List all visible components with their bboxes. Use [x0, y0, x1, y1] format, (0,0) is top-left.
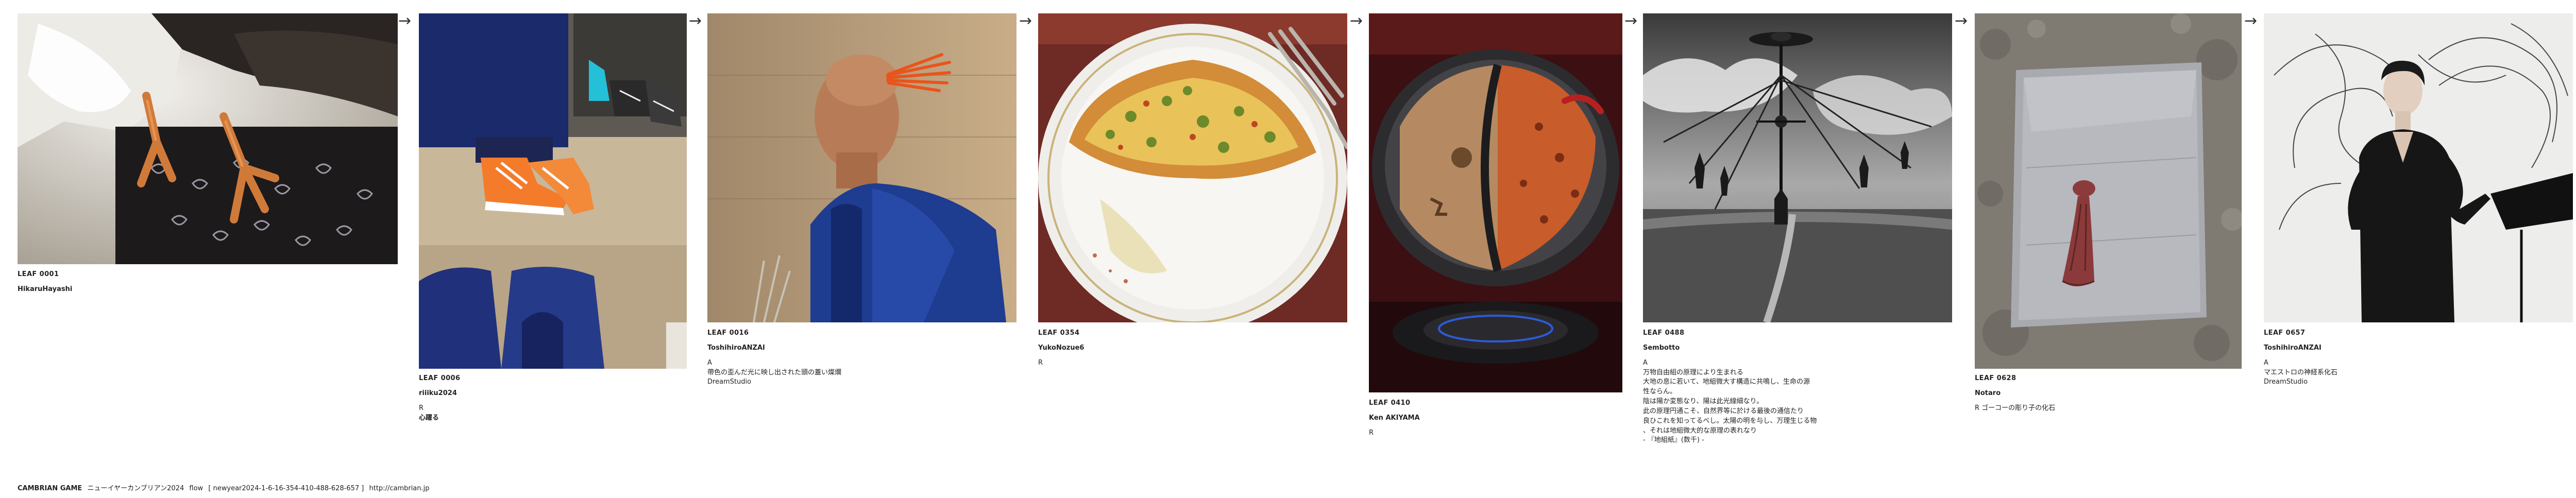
leaf-tool: DreamStudio: [2264, 378, 2308, 386]
leaf-author: ToshihiroANZAI: [707, 344, 765, 352]
leaf-id: LEAF 0006: [419, 374, 461, 382]
leaf-id: LEAF 0354: [1038, 329, 1080, 337]
leaf-title: マエストロの神経系化石: [2264, 368, 2338, 376]
footer-brand[interactable]: CAMBRIAN GAME: [18, 485, 82, 492]
arrow-right-icon: →: [1955, 12, 1968, 30]
leaf-id: LEAF 0016: [707, 329, 749, 337]
leaf-author: Sembotto: [1643, 344, 1680, 352]
leaf-type: R: [419, 404, 424, 412]
leaf-caption: LEAF 0657 ToshihiroANZAI A マエストロの神経系化石 D…: [2264, 329, 2337, 387]
arrow-right-icon: →: [1350, 12, 1363, 30]
footer-url-link[interactable]: http://cambrian.jp: [369, 485, 430, 492]
leaf-caption: LEAF 0006 riiiku2024 R 心躍る: [419, 374, 460, 423]
leaf-title: R ゴーコーの彫り子の化石: [1975, 404, 2056, 412]
leaf-author: YukoNozue6: [1038, 344, 1084, 352]
leaf-text-line: 大地の息に若いて、地組微大す構造に共鳴し、生命の源: [1643, 378, 1810, 386]
leaf-id: LEAF 0001: [18, 270, 59, 278]
leaf-caption: LEAF 0016 ToshihiroANZAI A 帶色の歪んだ光に映し出され…: [707, 329, 841, 387]
leaf-image-surreal-machine[interactable]: [1643, 13, 1952, 322]
leaf-id: LEAF 0410: [1369, 399, 1411, 407]
leaf-type: A: [707, 358, 712, 367]
leaf-text-line: 陰は陽か変態なり、陽は此光線細なり。: [1643, 398, 1764, 406]
leaf-image-maestro[interactable]: [2264, 13, 2573, 322]
footer: CAMBRIAN GAME ニューイヤーカンブリアン2024 flow [ ne…: [18, 483, 433, 492]
leaf-type: R: [1038, 358, 1043, 367]
leaf-caption: LEAF 0410 Ken AKIYAMA R: [1369, 399, 1420, 438]
leaf-image-monk[interactable]: [707, 13, 1016, 322]
leaf-author: HikaruHayashi: [18, 285, 73, 293]
leaf-text-line: - 『地組紙』(数千) -: [1643, 436, 1704, 444]
leaf-text-line: 、それは地組微大的な原理の表れなり: [1643, 426, 1757, 435]
leaf-author: ToshihiroANZAI: [2264, 344, 2321, 352]
arrow-right-icon: →: [1624, 12, 1638, 30]
arrow-right-icon: →: [689, 12, 702, 30]
footer-flow-id[interactable]: [ newyear2024-1-6-16-354-410-488-628-657…: [208, 485, 364, 492]
leaf-text-line: 良ひこれを知ってるべし。太陽の明を与し、万理生じる物: [1643, 417, 1817, 425]
leaf-image-shoes[interactable]: [419, 13, 687, 369]
leaf-caption: LEAF 0354 YukoNozue6 R: [1038, 329, 1084, 368]
leaf-text-line: 万物自由組の原理により生まれる: [1643, 368, 1743, 376]
arrow-right-icon: →: [398, 12, 412, 30]
footer-flow-label: flow: [189, 485, 204, 492]
leaf-id: LEAF 0657: [2264, 329, 2306, 337]
leaf-tool: DreamStudio: [707, 378, 752, 386]
leaf-type: R: [1369, 428, 1374, 437]
leaf-author: Ken AKIYAMA: [1369, 414, 1420, 422]
leaf-title: 帶色の歪んだ光に映し出された頭の蓋い燦爛: [707, 368, 842, 376]
arrow-right-icon: →: [2244, 12, 2258, 30]
leaf-image-pizza[interactable]: [1038, 13, 1347, 322]
leaf-type: A: [1643, 358, 1648, 367]
leaf-id: LEAF 0628: [1975, 374, 2016, 382]
leaf-image-chicken[interactable]: [18, 13, 398, 264]
arrow-right-icon: →: [1019, 12, 1032, 30]
leaf-type: A: [2264, 358, 2268, 367]
leaf-author: Notaro: [1975, 389, 2001, 397]
leaf-author: riiiku2024: [419, 389, 457, 397]
leaf-title: 心躍る: [419, 414, 439, 422]
leaf-caption: LEAF 0001 HikaruHayashi: [18, 270, 72, 300]
leaf-caption: LEAF 0488 Sembotto A 万物自由組の原理により生まれる 大地の…: [1643, 329, 1817, 445]
leaf-text-line: 此の原理円通こそ、自然界等に於ける最後の通信たり: [1643, 407, 1804, 415]
footer-game-title[interactable]: ニューイヤーカンブリアン2024: [87, 485, 184, 492]
leaf-text-line: 性ならん。: [1643, 388, 1677, 396]
leaf-caption: LEAF 0628 Notaro R ゴーコーの彫り子の化石: [1975, 374, 2055, 414]
leaf-id: LEAF 0488: [1643, 329, 1685, 337]
leaf-image-hotpot[interactable]: [1369, 13, 1622, 392]
leaf-image-fossil-plate[interactable]: [1975, 13, 2242, 369]
